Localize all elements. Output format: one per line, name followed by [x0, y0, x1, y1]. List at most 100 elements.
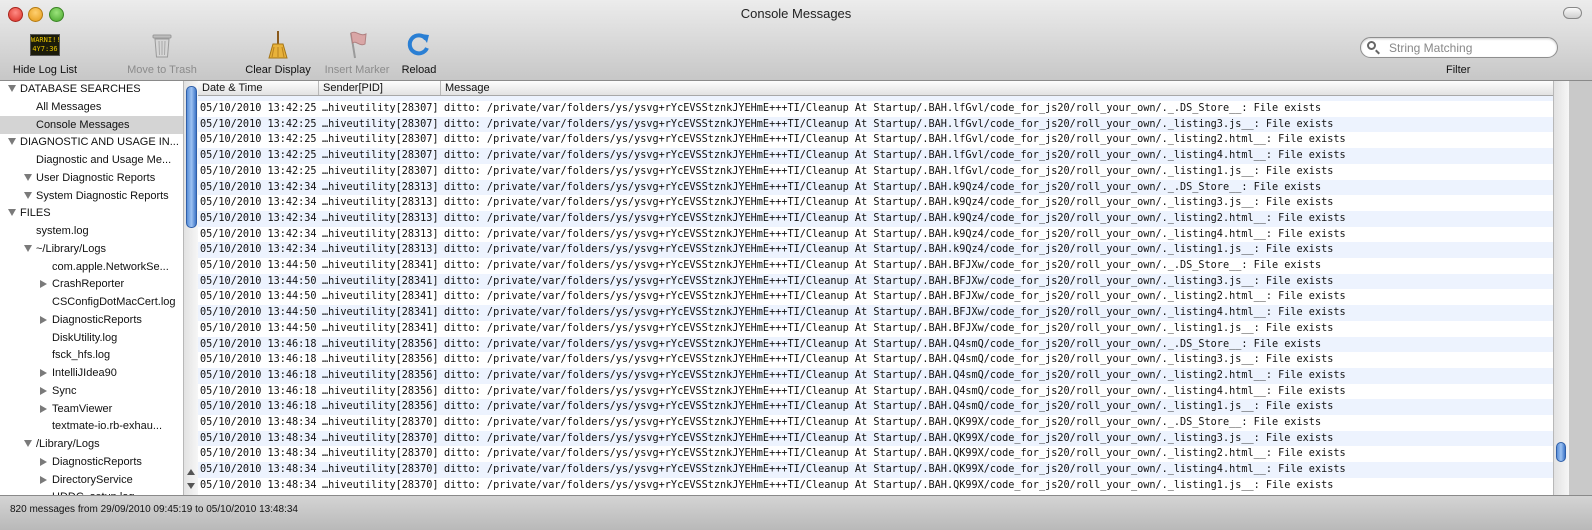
clear-display-button[interactable]: Clear Display [240, 30, 316, 76]
disclosure-triangle-open-icon[interactable] [8, 138, 16, 146]
cell-message: ditto: /private/var/folders/ys/ysvg+rYcE… [444, 165, 1334, 177]
table-row[interactable]: 05/10/2010 13:42:25 …hiveutility[28307] di… [198, 101, 1553, 117]
disclosure-triangle-open-icon[interactable] [24, 191, 32, 199]
table-row[interactable]: 05/10/2010 13:46:18 …hiveutility[28356] di… [198, 367, 1553, 384]
table-row[interactable]: 05/10/2010 13:42:34 …hiveutility[28313] di… [198, 179, 1553, 196]
scroll-up-icon[interactable] [187, 469, 195, 475]
disclosure-triangle-open-icon[interactable] [24, 173, 32, 181]
cell-sender: …hiveutility[28356] [322, 354, 438, 366]
cell-message: ditto: /private/var/folders/ys/ysvg+rYcE… [444, 479, 1334, 491]
sidebar-item[interactable]: IntelliJIdea90 [0, 364, 183, 382]
cell-date: 05/10/2010 13:48:34 [200, 417, 317, 428]
sidebar-item[interactable]: DiskUtility.log [0, 329, 183, 347]
sidebar-item[interactable]: DATABASE SEARCHES [0, 81, 183, 98]
sidebar-scroll-thumb[interactable] [186, 86, 197, 228]
cell-message: ditto: /private/var/folders/ys/ysvg+rYcE… [444, 134, 1346, 146]
sidebar-scroll-arrows[interactable] [184, 465, 198, 495]
cell-date: 05/10/2010 13:46:18 [200, 385, 317, 397]
search-field[interactable] [1360, 37, 1558, 58]
reload-button[interactable]: Reload [398, 30, 440, 76]
table-row[interactable]: 05/10/2010 13:44:50 …hiveutility[28341] di… [198, 321, 1553, 337]
table-row[interactable]: 05/10/2010 13:42:34 …hiveutility[28313] di… [198, 210, 1553, 227]
sidebar-item[interactable]: Diagnostic and Usage Me... [0, 151, 183, 169]
sidebar-item-label: textmate-io.rb-exhau... [52, 420, 163, 433]
table-row[interactable]: 05/10/2010 13:42:25 …hiveutility[28307] di… [198, 164, 1553, 180]
cell-sender: …hiveutility[28341] [322, 322, 438, 334]
sidebar-item[interactable]: DIAGNOSTIC AND USAGE IN... [0, 133, 183, 151]
table-row[interactable]: 05/10/2010 13:48:34 …hiveutility[28370] di… [198, 462, 1553, 478]
sidebar-scrollbar[interactable] [183, 81, 198, 495]
sidebar-item[interactable]: System Diagnostic Reports [0, 187, 183, 205]
sidebar-item[interactable]: Sync [0, 382, 183, 400]
messages-scrollbar[interactable] [1553, 81, 1569, 495]
disclosure-triangle-closed-icon[interactable] [40, 386, 47, 395]
cell-date: 05/10/2010 13:44:50 [200, 260, 317, 271]
cell-message: ditto: /private/var/folders/ys/ysvg+rYcE… [444, 103, 1322, 114]
table-row[interactable]: 05/10/2010 13:42:25 …hiveutility[28307] di… [198, 132, 1553, 148]
disclosure-triangle-open-icon[interactable] [8, 85, 16, 92]
insert-marker-button[interactable]: Insert Marker [320, 30, 394, 76]
search-input[interactable] [1387, 39, 1551, 56]
move-to-trash-button[interactable]: Move to Trash [120, 30, 204, 76]
column-header-date[interactable]: Date & Time [198, 81, 319, 95]
sidebar-item[interactable]: Console Messages [0, 115, 183, 134]
sidebar-item[interactable]: textmate-io.rb-exhau... [0, 417, 183, 435]
sidebar-item[interactable]: DiagnosticReports [0, 453, 183, 471]
toolbar-toggle-button[interactable] [1563, 7, 1582, 19]
hide-log-list-button[interactable]: WARNI!! 4Y7:36 Hide Log List [8, 30, 82, 76]
disclosure-triangle-open-icon[interactable] [24, 244, 32, 252]
disclosure-triangle-open-icon[interactable] [24, 440, 32, 447]
sidebar-item[interactable]: TeamViewer [0, 400, 183, 418]
cell-message: ditto: /private/var/folders/ys/ysvg+rYcE… [444, 307, 1346, 319]
disclosure-triangle-open-icon[interactable] [8, 209, 16, 217]
sidebar-item[interactable]: fsck_hfs.log [0, 346, 183, 364]
disclosure-triangle-closed-icon[interactable] [40, 475, 47, 484]
table-row[interactable]: 05/10/2010 13:46:18 …hiveutility[28356] di… [198, 399, 1553, 415]
table-row[interactable]: 05/10/2010 13:44:50 …hiveutility[28341] di… [198, 289, 1553, 305]
sidebar-item[interactable]: User Diagnostic Reports [0, 169, 183, 187]
table-row[interactable]: 05/10/2010 13:44:50 …hiveutility[28341] di… [198, 273, 1553, 290]
table-row[interactable]: 05/10/2010 13:48:34 …hiveutility[28370] di… [198, 478, 1553, 494]
cell-date: 05/10/2010 13:42:34 [200, 228, 317, 240]
table-row[interactable]: 05/10/2010 13:48:34 …hiveutility[28370] di… [198, 430, 1553, 447]
table-row[interactable]: 05/10/2010 13:46:18 …hiveutility[28356] di… [198, 336, 1553, 353]
sidebar-item[interactable]: HDDC_setup.log [0, 488, 183, 495]
disclosure-triangle-closed-icon[interactable] [40, 457, 47, 466]
table-row[interactable]: 05/10/2010 13:48:34 …hiveutility[28370] di… [198, 446, 1553, 462]
column-header-message[interactable]: Message [441, 81, 1553, 95]
table-row[interactable]: 05/10/2010 13:46:18 …hiveutility[28356] di… [198, 384, 1553, 400]
sidebar-item[interactable]: com.apple.NetworkSe... [0, 258, 183, 276]
sidebar-item[interactable]: All Messages [0, 98, 183, 116]
disclosure-triangle-closed-icon[interactable] [40, 315, 47, 324]
insert-marker-label: Insert Marker [324, 64, 390, 76]
sidebar-item[interactable]: FILES [0, 204, 183, 222]
table-row[interactable]: 05/10/2010 13:44:50 …hiveutility[28341] di… [198, 305, 1553, 321]
table-row[interactable]: 05/10/2010 13:46:18 …hiveutility[28356] di… [198, 352, 1553, 368]
cell-date: 05/10/2010 13:42:25 [200, 118, 317, 130]
messages-scroll-thumb[interactable] [1556, 442, 1566, 462]
disclosure-triangle-closed-icon[interactable] [40, 369, 47, 377]
sidebar-item[interactable]: CrashReporter [0, 275, 183, 293]
scroll-down-icon[interactable] [187, 483, 195, 489]
cell-date: 05/10/2010 13:42:25 [200, 103, 317, 114]
sidebar-item[interactable]: DiagnosticReports [0, 311, 183, 329]
table-row[interactable]: 05/10/2010 13:42:34 …hiveutility[28313] di… [198, 227, 1553, 243]
table-row[interactable]: 05/10/2010 13:44:50 …hiveutility[28341] di… [198, 258, 1553, 274]
sidebar-item[interactable]: ~/Library/Logs [0, 240, 183, 258]
sidebar-item[interactable]: DirectoryService [0, 471, 183, 489]
cell-message: ditto: /private/var/folders/ys/ysvg+rYcE… [444, 291, 1346, 303]
sidebar-item[interactable]: CSConfigDotMacCert.log [0, 293, 183, 311]
column-header-sender[interactable]: Sender[PID] [319, 81, 441, 95]
cell-message: ditto: /private/var/folders/ys/ysvg+rYcE… [444, 354, 1334, 366]
table-row[interactable]: 05/10/2010 13:42:25 …hiveutility[28307] di… [198, 148, 1553, 164]
reload-label: Reload [401, 64, 437, 76]
sidebar-item[interactable]: system.log [0, 222, 183, 240]
disclosure-triangle-closed-icon[interactable] [40, 404, 47, 413]
cell-date: 05/10/2010 13:42:34 [200, 197, 317, 209]
table-row[interactable]: 05/10/2010 13:42:34 …hiveutility[28313] di… [198, 195, 1553, 211]
table-row[interactable]: 05/10/2010 13:42:34 …hiveutility[28313] di… [198, 242, 1553, 258]
disclosure-triangle-closed-icon[interactable] [40, 280, 47, 289]
table-row[interactable]: 05/10/2010 13:48:34 …hiveutility[28370] di… [198, 415, 1553, 431]
table-row[interactable]: 05/10/2010 13:42:25 …hiveutility[28307] di… [198, 116, 1553, 133]
sidebar-item[interactable]: /Library/Logs [0, 435, 183, 453]
